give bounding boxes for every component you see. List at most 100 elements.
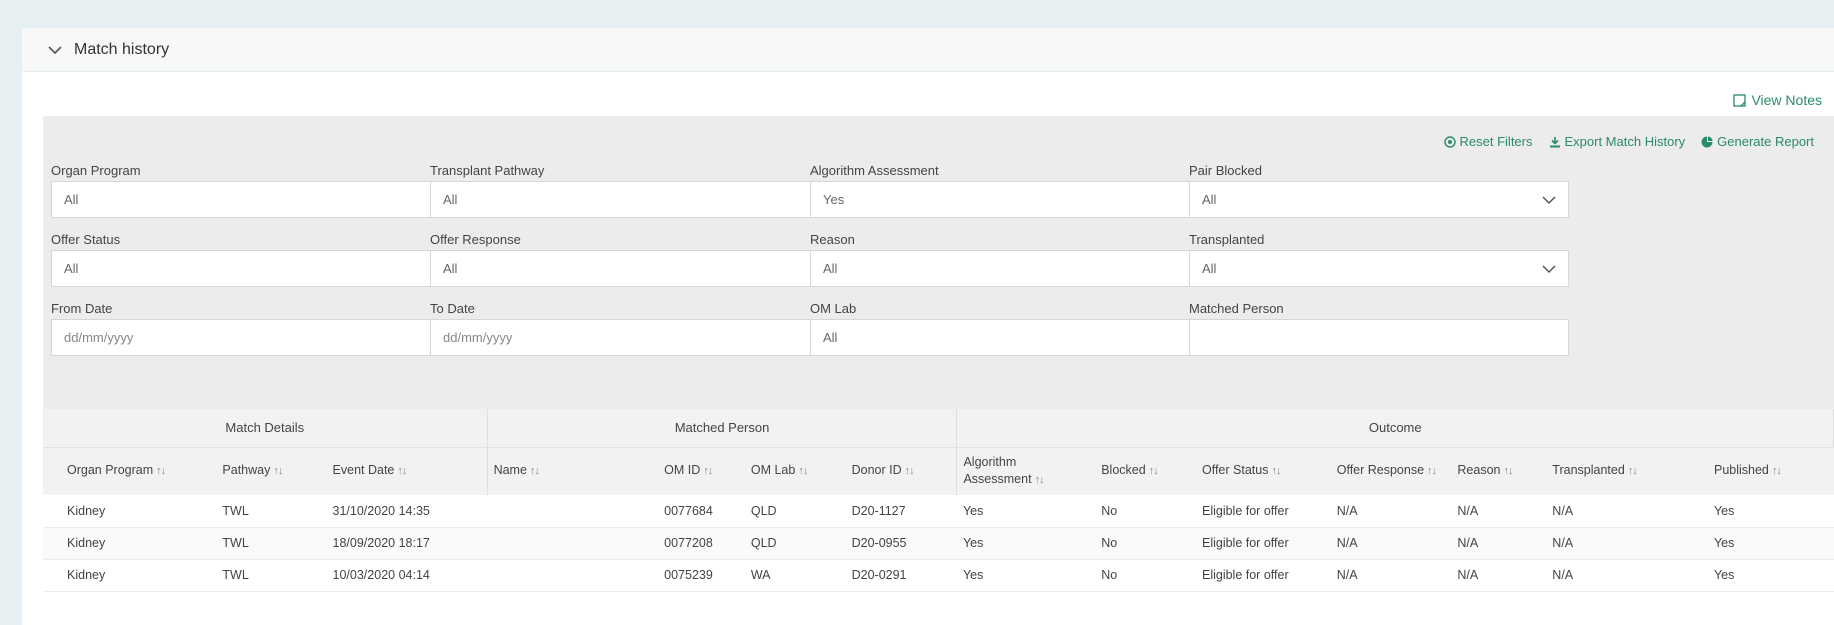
col-label: OM Lab [750, 463, 796, 478]
transplant-pathway-select[interactable]: All [430, 181, 853, 218]
select-value: All [443, 261, 458, 276]
chevron-down-icon [48, 45, 62, 54]
offer-status-select[interactable]: All [51, 250, 474, 287]
generate-report-button[interactable]: Generate Report [1701, 134, 1814, 149]
cell-event-date: 10/03/2020 04:14 [326, 559, 488, 592]
filter-reason: Reason All [810, 230, 1233, 287]
cell-transplanted: N/A [1546, 495, 1708, 528]
col-transplanted[interactable]: Transplanted ↑↓ [1546, 446, 1708, 495]
cell-om-id: 0077208 [658, 527, 745, 560]
column-header-row: Organ Program ↑↓ Pathway ↑↓ Event Date ↑↓ N… [43, 446, 1834, 495]
select-value: Yes [823, 192, 845, 207]
col-om-lab[interactable]: OM Lab ↑↓ [744, 446, 846, 495]
cell-name [487, 527, 659, 560]
match-history-header[interactable]: Match history [22, 28, 1834, 72]
col-event-date[interactable]: Event Date ↑↓ [326, 446, 488, 495]
filter-offer-response: Offer Response All [430, 230, 853, 287]
sort-icon: ↑↓ [798, 465, 808, 478]
cell-donor-id: D20-1127 [845, 495, 957, 528]
col-label: Blocked [1101, 463, 1146, 478]
select-value: All [1202, 261, 1217, 276]
col-pathway[interactable]: Pathway ↑↓ [216, 446, 327, 495]
to-date-box [430, 319, 853, 356]
cell-algorithm-assessment: Yes [956, 527, 1096, 560]
filter-offer-status: Offer Status All [51, 230, 474, 287]
sort-icon: ↑↓ [703, 465, 713, 478]
cell-blocked: No [1095, 527, 1196, 560]
col-offer-status[interactable]: Offer Status ↑↓ [1195, 446, 1331, 495]
filter-label: Pair Blocked [1189, 163, 1262, 178]
sort-icon: ↑↓ [1627, 465, 1638, 478]
col-offer-response[interactable]: Offer Response ↑↓ [1330, 446, 1452, 495]
from-date-input[interactable] [64, 330, 461, 345]
view-notes-label: View Notes [1751, 92, 1822, 108]
cell-published: Yes [1707, 527, 1834, 560]
table-row[interactable]: Kidney TWL 31/10/2020 14:35 0077684 QLD … [43, 495, 1834, 528]
col-donor-id[interactable]: Donor ID ↑↓ [845, 446, 958, 495]
col-name[interactable]: Name ↑↓ [487, 446, 659, 495]
from-date-box [51, 319, 474, 356]
cell-name [487, 559, 659, 592]
col-blocked[interactable]: Blocked ↑↓ [1095, 446, 1196, 495]
col-organ-program[interactable]: Organ Program ↑↓ [43, 446, 217, 495]
reset-filters-button[interactable]: Reset Filters [1443, 134, 1533, 149]
group-outcome: Outcome [956, 409, 1834, 447]
select-value: All [823, 330, 838, 345]
sort-icon: ↑↓ [1503, 465, 1513, 478]
select-value: All [64, 192, 79, 207]
select-value: All [443, 192, 458, 207]
filter-organ-program: Organ Program All [51, 161, 474, 218]
cell-published: Yes [1707, 559, 1834, 592]
export-label: Export Match History [1564, 134, 1686, 149]
offer-response-select[interactable]: All [430, 250, 853, 287]
export-match-history-button[interactable]: Export Match History [1549, 134, 1686, 149]
col-label: Pathway [222, 463, 271, 478]
chevron-down-icon [1542, 264, 1556, 273]
sort-icon: ↑↓ [397, 465, 407, 478]
group-matched-person: Matched Person [487, 409, 958, 447]
om-lab-select[interactable]: All [810, 319, 1233, 356]
table-row[interactable]: Kidney TWL 10/03/2020 04:14 0075239 WA D… [43, 559, 1834, 592]
filter-label: OM Lab [810, 301, 857, 316]
table-row[interactable]: Kidney TWL 18/09/2020 18:17 0077208 QLD … [43, 527, 1834, 560]
filter-label: Offer Response [430, 232, 521, 247]
reset-filters-label: Reset Filters [1459, 134, 1533, 149]
matched-person-input[interactable] [1202, 330, 1556, 345]
column-group-row: Match Details Matched Person Outcome [43, 409, 1834, 447]
table-body: Kidney TWL 31/10/2020 14:35 0077684 QLD … [43, 495, 1834, 592]
cell-reason: N/A [1451, 559, 1547, 592]
filter-label: Reason [810, 232, 855, 247]
col-reason[interactable]: Reason ↑↓ [1451, 446, 1547, 495]
organ-program-select[interactable]: All [51, 181, 474, 218]
filter-label: Transplanted [1189, 232, 1265, 247]
chevron-down-icon [1542, 195, 1556, 204]
filters-area: Reset Filters Export Match History Gener… [43, 116, 1834, 409]
sort-icon: ↑↓ [904, 465, 915, 478]
algorithm-assessment-select[interactable]: Yes [810, 181, 1233, 218]
col-label: Name [493, 463, 527, 478]
view-notes-link[interactable]: View Notes [1733, 92, 1822, 108]
cell-pathway: TWL [216, 495, 327, 528]
cell-om-id: 0077684 [658, 495, 745, 528]
filter-label: Transplant Pathway [430, 163, 545, 178]
col-om-id[interactable]: OM ID ↑↓ [658, 446, 745, 495]
filter-label: Algorithm Assessment [810, 163, 939, 178]
sort-icon: ↑↓ [1148, 465, 1159, 478]
cell-offer-status: Eligible for offer [1195, 559, 1331, 592]
reason-select[interactable]: All [810, 250, 1233, 287]
cell-name [487, 495, 659, 528]
cell-om-lab: QLD [744, 527, 846, 560]
col-published[interactable]: Published ↑↓ [1707, 446, 1834, 495]
pair-blocked-select[interactable]: All [1189, 181, 1569, 218]
filter-algorithm-assessment: Algorithm Assessment Yes [810, 161, 1233, 218]
col-label: Reason [1457, 463, 1501, 478]
to-date-input[interactable] [443, 330, 840, 345]
cell-blocked: No [1095, 495, 1196, 528]
generate-report-label: Generate Report [1717, 134, 1814, 149]
col-algorithm-assessment[interactable]: Algorithm Assessment ↑↓ [956, 446, 1096, 495]
cell-organ-program: Kidney [43, 559, 217, 592]
transplanted-select[interactable]: All [1189, 250, 1569, 287]
sort-icon: ↑↓ [1034, 473, 1045, 486]
cell-om-lab: WA [744, 559, 846, 592]
pie-chart-icon [1701, 136, 1713, 147]
